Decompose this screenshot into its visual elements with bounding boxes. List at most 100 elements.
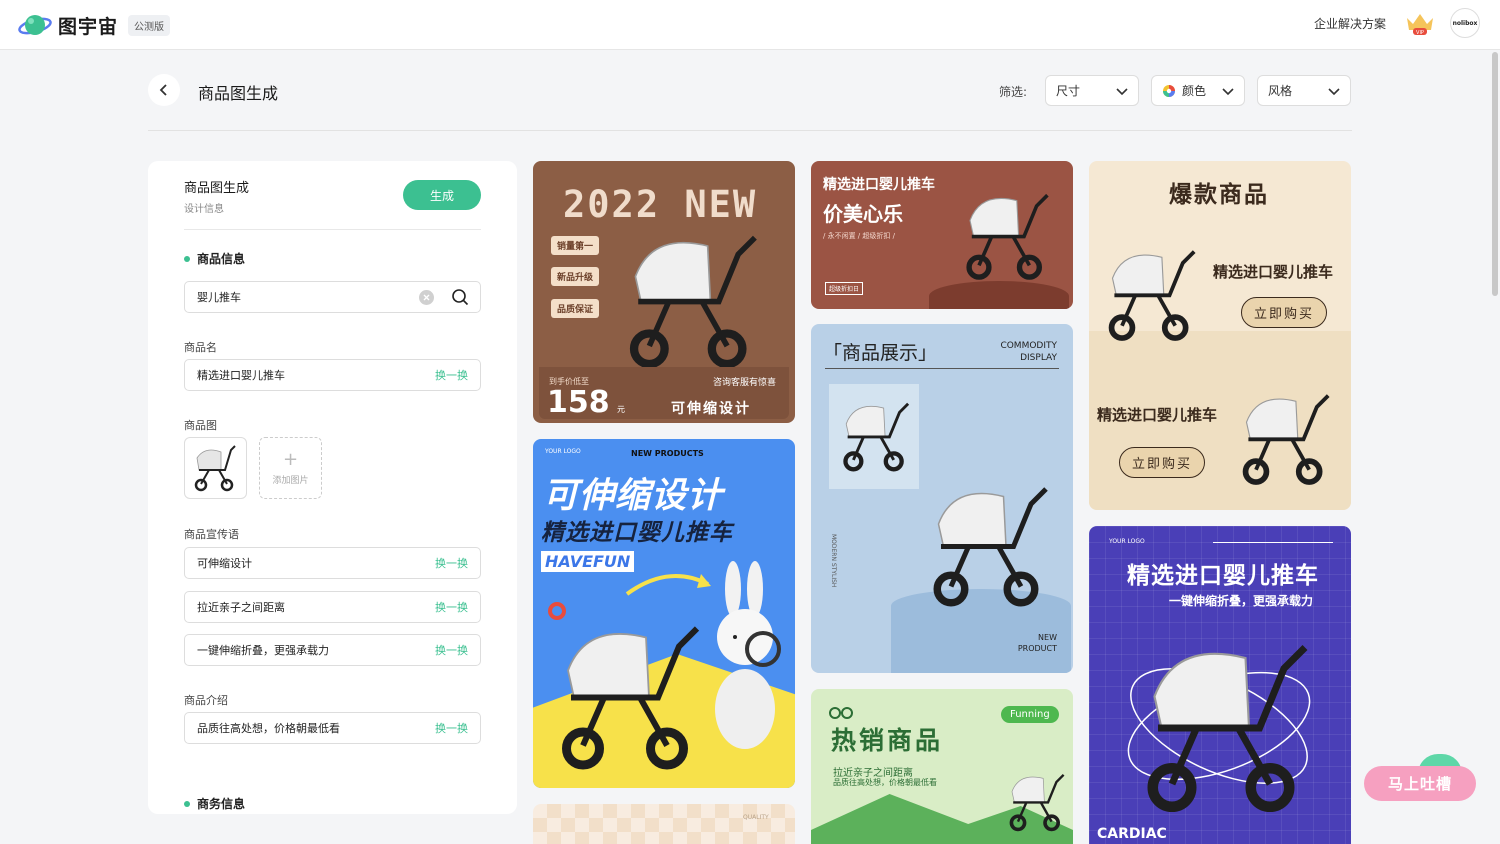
havefun-tag: HAVEFUN [541, 551, 635, 572]
back-button[interactable] [148, 74, 180, 106]
card-logo-text: YOUR LOGO [1109, 538, 1145, 545]
card-tagline: 品质往高处想，价格朝最低看 [833, 778, 937, 787]
intro-field[interactable]: 品质往高处想，价格朝最低看 换一换 [184, 712, 481, 744]
product-name-text: 精选进口婴儿推车 [1097, 406, 1218, 424]
stroller-image [553, 609, 703, 774]
quote-icon [829, 707, 853, 719]
clear-icon[interactable] [419, 290, 434, 305]
filter-size-label: 尺寸 [1056, 84, 1081, 98]
intro-value: 品质往高处想，价格朝最低看 [197, 722, 340, 735]
chevron-down-icon [1222, 88, 1234, 96]
add-image-button[interactable]: + 添加图片 [259, 437, 322, 499]
filter-label: 筛选: [999, 85, 1028, 99]
card-headline: 2022 NEW [563, 183, 758, 226]
slogan-label: 商品宣传语 [184, 528, 239, 541]
card-tagline: / 永不闲置 / 超级折扣 / [823, 232, 895, 240]
template-card-checker[interactable]: QUALITY [533, 804, 795, 844]
enterprise-solutions-link[interactable]: 企业解决方案 [1314, 15, 1386, 32]
product-text: PRODUCT [1017, 644, 1057, 653]
card-logo-text: YOUR LOGO [545, 448, 581, 455]
vip-crown-icon[interactable]: VIP [1404, 10, 1436, 36]
top-bar: 图宇宙 公测版 企业解决方案 VIP nolibox [0, 0, 1500, 50]
card-headline: 精选进口婴儿推车 [823, 177, 935, 193]
template-card-hot-sale[interactable]: 热销商品 Funning 拉近亲子之间距离 品质往高处想，价格朝最低看 [811, 689, 1073, 844]
panel-subtitle: 设计信息 [184, 204, 224, 215]
card-bottom-text: CARDIAC [1097, 826, 1167, 842]
card-headline: 爆款商品 [1169, 182, 1269, 208]
card-subheadline: 价美心乐 [823, 202, 903, 226]
stroller-image [1137, 626, 1312, 816]
swap-button[interactable]: 换一换 [435, 720, 468, 736]
vertical-caption: MODERN STYLISH [830, 534, 837, 588]
product-name-field[interactable]: 精选进口婴儿推车 换一换 [184, 359, 481, 391]
add-image-label: 添加图片 [272, 475, 309, 486]
stroller-image [1009, 772, 1066, 832]
app-name: 图宇宙 [58, 15, 119, 38]
product-name-label: 商品名 [184, 341, 217, 354]
page-title: 商品图生成 [198, 84, 279, 103]
product-image-thumbnail[interactable] [184, 437, 247, 499]
planet-logo-icon [18, 11, 52, 39]
card-headline: 精选进口婴儿推车 [1127, 563, 1319, 589]
title-underline [825, 368, 1059, 369]
card-headline: 可伸缩设计 [543, 476, 724, 516]
template-card-commodity-display[interactable]: 「商品展示」 COMMODITY DISPLAY MODERN STYLISH … [811, 324, 1073, 673]
stroller-image [839, 394, 911, 474]
product-search-input[interactable]: 婴儿推车 [184, 281, 481, 313]
business-info-heading: 商务信息 [184, 795, 245, 812]
template-card-bestseller[interactable]: 爆款商品 精选进口婴儿推车 立即购买 精选进口婴儿推车 立即购买 [1089, 161, 1351, 510]
chevron-down-icon [1328, 88, 1340, 96]
plus-icon: + [282, 448, 299, 470]
filter-color-label: 颜色 [1182, 84, 1207, 98]
swap-button[interactable]: 换一换 [435, 642, 468, 658]
filter-style-label: 风格 [1268, 84, 1293, 98]
section-dot-icon [184, 800, 190, 807]
price-unit: 元 [617, 405, 625, 414]
intro-label: 商品介绍 [184, 694, 228, 707]
ring-icon [548, 602, 566, 620]
discount-tag: 超级折扣日 [825, 282, 864, 295]
slogan-field[interactable]: 拉近亲子之间距离 换一换 [184, 591, 481, 623]
search-icon[interactable] [451, 288, 469, 309]
card-subheadline: 精选进口婴儿推车 [541, 520, 733, 546]
arrow-line-icon [1213, 542, 1333, 543]
filter-style-dropdown[interactable]: 风格 [1257, 75, 1351, 106]
template-card-havefun[interactable]: YOUR LOGO NEW PRODUCTS 可伸缩设计 精选进口婴儿推车 HA… [533, 439, 795, 788]
commodity-display-text: COMMODITY DISPLAY [1000, 340, 1057, 364]
app-logo[interactable]: 图宇宙 公测版 [18, 11, 171, 39]
filter-size-dropdown[interactable]: 尺寸 [1045, 75, 1139, 106]
panel-title: 商品图生成 [184, 181, 250, 196]
swap-button[interactable]: 换一换 [435, 555, 468, 571]
curved-arrow-icon [625, 574, 711, 596]
slogan-value: 拉近亲子之间距离 [197, 601, 285, 614]
vip-label: VIP [1416, 30, 1424, 36]
template-card-2022-new[interactable]: 2022 NEW 销量第一 新品升级 品质保证 到手价低至 158 元 咨询客服… [533, 161, 795, 423]
card-subheadline: 一键伸缩折叠，更强承载力 [1169, 594, 1314, 608]
page-scrollbar[interactable] [1492, 52, 1498, 296]
consult-text: 咨询客服有惊喜 [713, 378, 777, 388]
business-info-heading-label: 商务信息 [197, 797, 246, 811]
slogan-field[interactable]: 可伸缩设计 换一换 [184, 547, 481, 579]
filter-color-dropdown[interactable]: 颜色 [1151, 75, 1245, 106]
header-divider [148, 130, 1352, 131]
slogan-field[interactable]: 一键伸缩折叠，更强承载力 换一换 [184, 634, 481, 666]
product-info-heading-label: 商品信息 [197, 252, 246, 266]
price-value: 158 [547, 385, 610, 420]
feedback-button[interactable]: 马上吐槽 [1364, 766, 1476, 801]
swap-button[interactable]: 换一换 [435, 367, 468, 383]
card-headline: 热销商品 [831, 726, 944, 755]
template-card-cardiac[interactable]: YOUR LOGO 精选进口婴儿推车 一键伸缩折叠，更强承载力 CARDIAC [1089, 526, 1351, 844]
stroller-image [621, 221, 761, 371]
stroller-image [961, 183, 1051, 283]
template-card-value[interactable]: 精选进口婴儿推车 价美心乐 / 永不闲置 / 超级折扣 / 超级折扣日 [811, 161, 1073, 309]
design-panel: 商品图生成 设计信息 生成 商品信息 婴儿推车 商品名 精选进口婴儿推车 换一换… [148, 161, 517, 814]
card-tag: 销量第一 [551, 236, 600, 255]
user-avatar[interactable]: nolibox [1450, 8, 1480, 38]
section-dot-icon [184, 255, 190, 262]
new-product-text: NEW PRODUCT [1018, 632, 1057, 654]
stroller-image [1237, 383, 1332, 488]
color-wheel-icon [1163, 84, 1175, 97]
swap-button[interactable]: 换一换 [435, 599, 468, 615]
card-headline: 「商品展示」 [823, 342, 938, 364]
generate-button[interactable]: 生成 [403, 180, 481, 210]
